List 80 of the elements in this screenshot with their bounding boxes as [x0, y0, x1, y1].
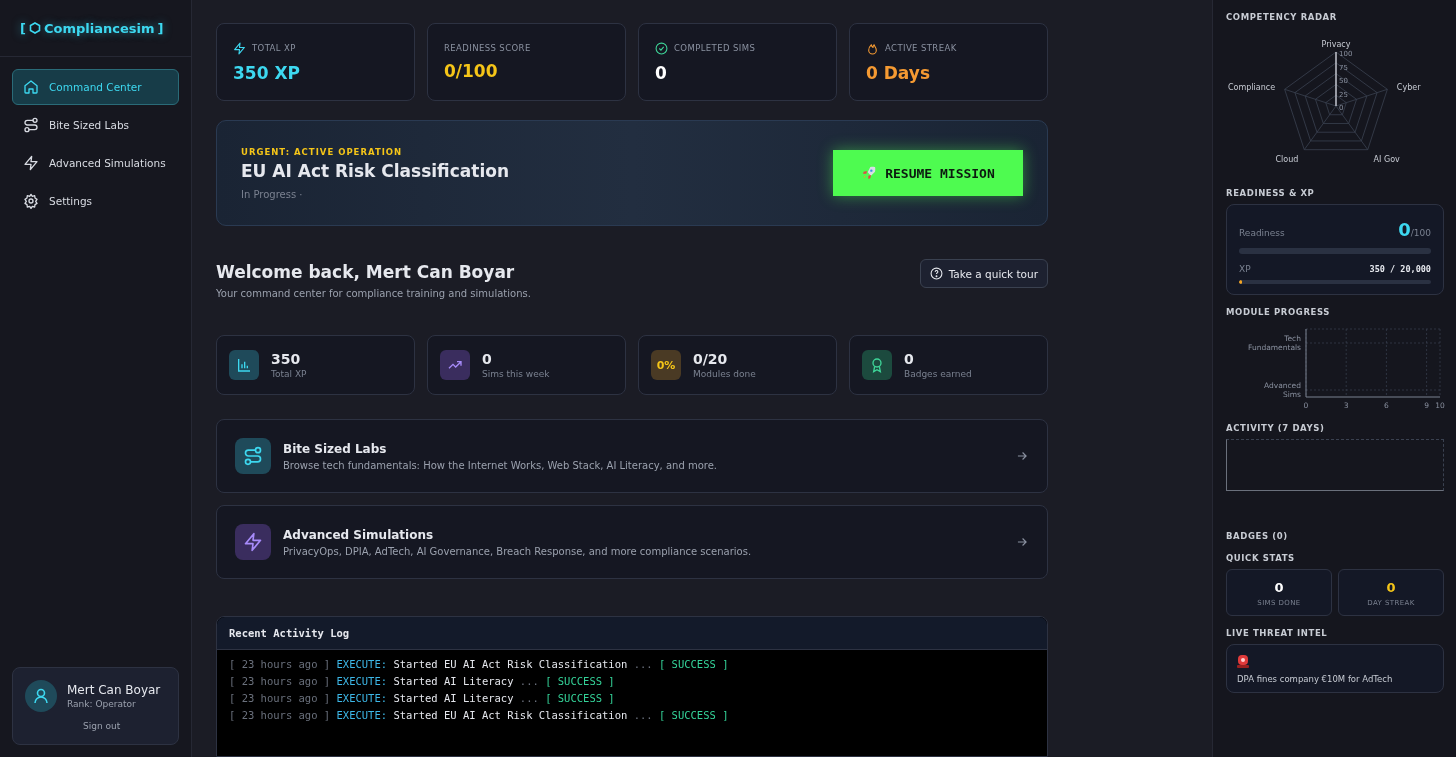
- user-rank: Rank: Operator: [67, 699, 137, 709]
- log-line: [ 23 hours ago ] EXECUTE: Started EU AI Act Risk Classification ... [ SUCCESS ]: [229, 709, 730, 721]
- lightning-icon: [233, 41, 246, 55]
- log-line: [ 23 hours ago ] EXECUTE: Started EU AI Act Risk Classification ... [ SUCCESS ]: [229, 658, 730, 670]
- route-icon: [23, 117, 39, 133]
- log-line: [ 23 hours ago ] EXECUTE: Started AI Literacy ... [ SUCCESS ]: [229, 675, 616, 687]
- percent-badge: 0%: [651, 350, 681, 380]
- link-title: Bite Sized Labs: [283, 441, 388, 456]
- lightning-icon: [23, 155, 39, 171]
- nav-item[interactable]: Command Center: [12, 69, 179, 105]
- module-link-card[interactable]: Bite Sized Labs Browse tech fundamentals: How the Internet Works, Web Stack, AI Literacy, and more.: [216, 419, 1048, 493]
- xp-value: 350 / 20,000: [1369, 264, 1431, 274]
- settings-icon: [23, 193, 39, 209]
- stat-label: READINESS SCORE: [444, 43, 531, 53]
- sign-out-button[interactable]: Sign out: [77, 720, 127, 732]
- summary-label: Sims this week: [482, 369, 550, 379]
- welcome-title: Welcome back, Mert Can Boyar: [216, 262, 516, 282]
- link-description: PrivacyOps, DPIA, AdTech, AI Governance, Breach Response, and more compliance scenarios.: [283, 545, 753, 557]
- user-name: Mert Can Boyar: [67, 683, 161, 697]
- radar-axis-label: Cloud: [1275, 154, 1299, 164]
- summary-label: Modules done: [693, 369, 756, 379]
- radar-axis-label: Privacy: [1321, 40, 1351, 49]
- stat-value: 0/100: [444, 61, 499, 81]
- summary-value: 0/20: [693, 351, 729, 367]
- section-heading: BADGES (0): [1226, 531, 1289, 541]
- resume-mission-button[interactable]: RESUME MISSION: [833, 150, 1023, 196]
- quick-stat-value: 0: [1385, 580, 1397, 595]
- readiness-max: /100: [1410, 228, 1431, 238]
- rocket-icon: [861, 165, 878, 181]
- summary-value: 350: [271, 351, 302, 367]
- stat-label: TOTAL XP: [252, 43, 296, 53]
- section-heading: MODULE PROGRESS: [1226, 307, 1331, 317]
- xp-label: XP: [1239, 264, 1251, 274]
- stat-label: COMPLETED SIMS: [674, 43, 756, 53]
- mission-status: In Progress ·: [241, 188, 304, 200]
- radar-axis-label: Compliance: [1228, 83, 1276, 93]
- section-heading: COMPETENCY RADAR: [1226, 12, 1338, 22]
- module-link-card[interactable]: Advanced Simulations PrivacyOps, DPIA, AdTech, AI Governance, Breach Response, and more compliance scenarios.: [216, 505, 1048, 579]
- siren-icon: [1237, 654, 1249, 668]
- section-heading: ACTIVITY (7 DAYS): [1226, 423, 1326, 433]
- nav-item[interactable]: Bite Sized Labs: [12, 107, 179, 143]
- stat-value: 0 Days: [866, 62, 931, 83]
- help-icon: [929, 267, 943, 280]
- radar-axis-label: AI Gov: [1373, 154, 1400, 164]
- stat-value: 0: [655, 62, 668, 83]
- quick-tour-button[interactable]: Take a quick tour: [919, 259, 1048, 288]
- summary-label: Badges earned: [904, 369, 972, 379]
- user-avatar-icon: [25, 680, 57, 712]
- award-icon: [869, 357, 885, 373]
- check-circle-icon: [655, 41, 668, 55]
- stat-value: 350 XP: [233, 62, 301, 83]
- section-heading: QUICK STATS: [1226, 553, 1296, 563]
- flame-icon: [866, 41, 879, 55]
- radar-axis-label: Cyber: [1396, 83, 1421, 93]
- mission-eyebrow: URGENT: ACTIVE OPERATION: [241, 146, 404, 157]
- stat-label: ACTIVE STREAK: [885, 43, 957, 53]
- threat-headline: DPA fines company €10M for AdTech: [1237, 674, 1394, 684]
- log-title: Recent Activity Log: [229, 627, 350, 639]
- summary-value: 0: [904, 351, 915, 367]
- nav-item[interactable]: Settings: [12, 183, 179, 219]
- quick-stat-value: 0: [1273, 580, 1285, 595]
- mission-title: EU AI Act Risk Classification: [241, 160, 509, 181]
- section-heading: LIVE THREAT INTEL: [1226, 628, 1329, 638]
- readiness-label: Readiness: [1239, 228, 1285, 238]
- readiness-value: 0: [1398, 219, 1411, 240]
- nav-item[interactable]: Advanced Simulations: [12, 145, 179, 181]
- section-heading: READINESS & XP: [1226, 188, 1316, 198]
- summary-label: Total XP: [271, 369, 307, 379]
- logo-bracket: [: [20, 20, 26, 36]
- route-icon: [243, 446, 263, 466]
- lightning-icon: [243, 532, 263, 552]
- logo-text: Compliancesim: [43, 20, 155, 36]
- logo-bracket: ]: [157, 20, 164, 36]
- home-icon: [23, 79, 39, 95]
- summary-value: 0: [482, 351, 493, 367]
- link-title: Advanced Simulations: [283, 527, 435, 542]
- welcome-subtitle: Your command center for compliance training and simulations.: [216, 288, 531, 299]
- log-line: [ 23 hours ago ] EXECUTE: Started AI Literacy ... [ SUCCESS ]: [229, 692, 616, 704]
- bar-chart-icon: [236, 357, 252, 373]
- link-description: Browse tech fundamentals: How the Internet Works, Web Stack, AI Literacy, and more.: [283, 459, 719, 471]
